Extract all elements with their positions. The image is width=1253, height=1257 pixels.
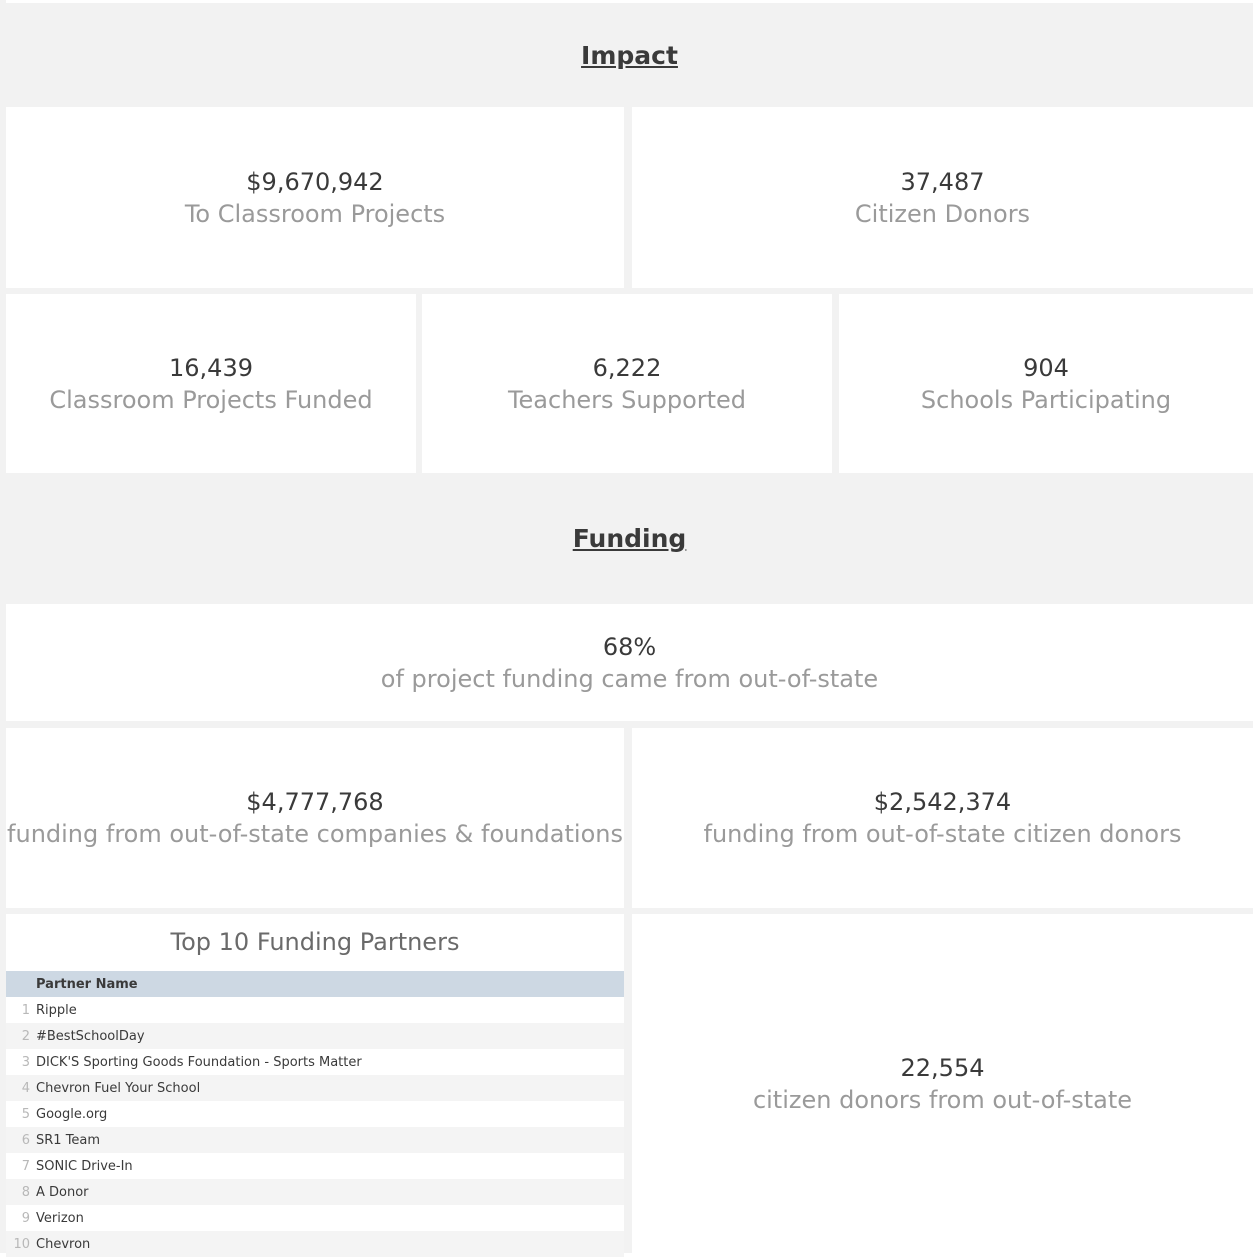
table-row[interactable]: 7 SONIC Drive-In [6, 1153, 624, 1179]
funding-header: Funding [6, 473, 1253, 604]
kpi-label: Schools Participating [920, 385, 1172, 414]
kpi-value: $9,670,942 [246, 167, 384, 196]
partner-name: Chevron [36, 1231, 624, 1257]
row-rank: 3 [21, 1054, 30, 1070]
kpi-value: 37,487 [900, 167, 985, 196]
table-row[interactable]: 6 SR1 Team [6, 1127, 624, 1153]
rank-header [6, 971, 36, 997]
table-header-row: Partner Name [6, 971, 624, 997]
table-row[interactable]: 1 Ripple [6, 997, 624, 1023]
kpi-value: 904 [1023, 353, 1069, 382]
partner-name: A Donor [36, 1179, 624, 1205]
table-row[interactable]: 3 DICK'S Sporting Goods Foundation - Spo… [6, 1049, 624, 1075]
row-rank: 10 [6, 1231, 36, 1257]
impact-title: Impact [581, 40, 678, 70]
row-rank: 2 [6, 1023, 36, 1049]
divider [624, 107, 632, 288]
row-rank: 6 [6, 1127, 36, 1153]
table-row[interactable]: 4 Chevron Fuel Your School [6, 1075, 624, 1101]
kpi-citizen-funding: $2,542,374 funding from out-of-state cit… [632, 728, 1253, 908]
table-row[interactable]: 2 #BestSchoolDay [6, 1023, 624, 1049]
kpi-value: 68% [602, 632, 657, 661]
kpi-schools-participating: 904 Schools Participating [839, 294, 1253, 473]
row-rank: 5 [21, 1106, 30, 1122]
divider [624, 728, 632, 1253]
partner-name: SR1 Team [36, 1127, 624, 1153]
partner-name: DICK'S Sporting Goods Foundation - Sport… [36, 1054, 362, 1070]
partner-name: #BestSchoolDay [36, 1023, 624, 1049]
row-rank: 1 [21, 1002, 30, 1018]
kpi-citizen-donors-out-of-state: 22,554 citizen donors from out-of-state [632, 914, 1253, 1253]
kpi-label: of project funding came from out-of-stat… [380, 664, 879, 693]
partners-title: Top 10 Funding Partners [170, 928, 460, 956]
row-rank: 8 [6, 1179, 36, 1205]
kpi-label: To Classroom Projects [184, 199, 446, 228]
kpi-label: funding from out-of-state companies & fo… [7, 820, 623, 848]
kpi-citizen-donors: 37,487 Citizen Donors [632, 107, 1253, 288]
kpi-label: Teachers Supported [507, 385, 747, 414]
partner-name: SONIC Drive-In [36, 1158, 133, 1174]
funding-title: Funding [572, 524, 687, 553]
partner-name: Ripple [36, 1002, 77, 1018]
kpi-out-of-state-share: 68% of project funding came from out-of-… [6, 604, 1253, 721]
partner-name: Verizon [36, 1210, 84, 1226]
kpi-value: 16,439 [169, 353, 253, 382]
partner-name-header[interactable]: Partner Name [36, 971, 624, 997]
partner-name: Google.org [36, 1106, 108, 1122]
kpi-companies-foundations: $4,777,768 funding from out-of-state com… [6, 728, 624, 908]
kpi-value: $4,777,768 [246, 788, 384, 816]
kpi-value: 6,222 [592, 353, 662, 382]
divider [832, 294, 839, 473]
kpi-label: citizen donors from out-of-state [752, 1085, 1133, 1114]
kpi-label: Classroom Projects Funded [49, 385, 373, 414]
row-rank: 7 [21, 1158, 30, 1174]
kpi-projects-funded: 16,439 Classroom Projects Funded [6, 294, 416, 473]
table-row[interactable]: 10 Chevron [6, 1231, 624, 1257]
divider [6, 721, 1253, 728]
partners-table: Partner Name 1 Ripple 2 #BestSchoolDay 3… [6, 971, 624, 1257]
row-rank: 4 [6, 1075, 36, 1101]
partner-name: Chevron Fuel Your School [36, 1075, 624, 1101]
table-row[interactable]: 5 Google.org [6, 1101, 624, 1127]
row-rank: 9 [21, 1210, 30, 1226]
kpi-teachers-supported: 6,222 Teachers Supported [422, 294, 832, 473]
kpi-total-funding: $9,670,942 To Classroom Projects [6, 107, 624, 288]
kpi-label: Citizen Donors [854, 199, 1031, 228]
table-row[interactable]: 9 Verizon [6, 1205, 624, 1231]
impact-header: Impact [6, 3, 1253, 107]
kpi-value: 22,554 [900, 1053, 985, 1082]
table-row[interactable]: 8 A Donor [6, 1179, 624, 1205]
kpi-value: $2,542,374 [873, 788, 1012, 816]
kpi-label: funding from out-of-state citizen donors [703, 820, 1182, 848]
partners-panel: Top 10 Funding Partners Partner Name 1 R… [6, 914, 624, 1257]
